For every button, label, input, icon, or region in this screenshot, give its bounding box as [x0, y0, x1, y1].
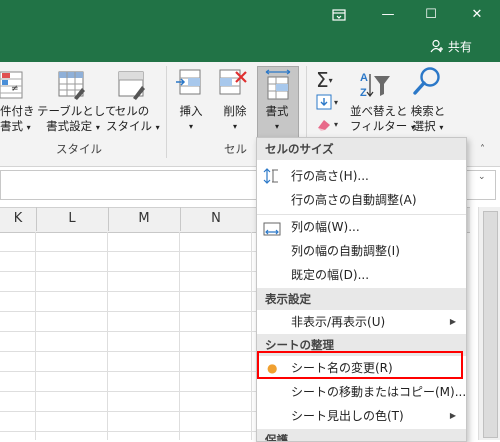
sort-label-2: フィルター — [350, 119, 408, 133]
close-button[interactable]: ✕ — [462, 2, 492, 28]
insert-cells-icon — [176, 69, 201, 95]
delete-cells-icon — [219, 69, 247, 95]
fill-icon[interactable]: ▾ — [316, 94, 344, 113]
insert-button[interactable] — [176, 68, 206, 101]
menu-item-autofit-column[interactable]: 列の幅の自動調整(I) — [257, 239, 466, 263]
cell-style-label-1: セルの — [114, 104, 150, 118]
column-header-m[interactable]: M — [108, 207, 181, 231]
ribbon-display-options-icon[interactable] — [324, 2, 354, 28]
row-height-label: 行の高さ(H)... — [291, 169, 369, 183]
worksheet-grid[interactable] — [0, 232, 256, 440]
menu-item-column-width[interactable]: 列の幅(W)... — [257, 215, 466, 239]
find-select-button[interactable] — [412, 66, 442, 101]
styles-group-label: スタイル — [56, 142, 102, 156]
conditional-format-icon: ≠ — [0, 71, 23, 99]
format-label: 書式 — [265, 104, 289, 118]
table-format-label-1: テーブルとして — [37, 104, 117, 118]
submenu-arrow-icon: ▶ — [449, 317, 456, 326]
hide-unhide-label: 非表示/再表示(U) — [291, 315, 386, 329]
menu-item-default-width[interactable]: 既定の幅(D)... — [257, 263, 466, 287]
menu-item-hide-unhide[interactable]: 非表示/再表示(U) ▶ — [257, 310, 466, 334]
menu-item-autofit-row[interactable]: 行の高さの自動調整(A) — [257, 188, 466, 212]
cells-group-label: セル — [224, 142, 247, 156]
clear-eraser-icon[interactable]: ▾ — [316, 116, 344, 135]
minimize-button[interactable]: — — [373, 2, 403, 28]
group-divider — [166, 66, 167, 158]
maximize-button[interactable]: ☐ — [416, 2, 446, 28]
menu-item-move-copy-sheet[interactable]: シートの移動またはコピー(M)... — [257, 380, 466, 404]
menu-item-tab-color[interactable]: シート見出しの色(T) ▶ — [257, 404, 466, 428]
magnifier-icon — [413, 67, 440, 95]
autosum-icon[interactable]: Σ▾ — [316, 68, 333, 92]
table-format-label-2: 書式設定 — [46, 119, 93, 133]
scrollbar-thumb[interactable] — [483, 211, 498, 438]
cell-style-label-2: スタイル — [106, 119, 152, 133]
delete-button[interactable] — [218, 68, 248, 101]
cond-format-label-1: 件付き — [0, 104, 35, 118]
column-header-k[interactable]: K — [0, 207, 37, 231]
find-label-2: 選択 — [412, 119, 436, 133]
format-as-table-button[interactable] — [58, 70, 86, 103]
column-width-label: 列の幅(W)... — [291, 220, 360, 234]
sort-filter-button[interactable]: A Z — [360, 70, 392, 103]
default-width-label: 既定の幅(D)... — [291, 268, 370, 282]
submenu-arrow-icon: ▶ — [449, 411, 456, 420]
vertical-scrollbar[interactable] — [478, 207, 500, 440]
move-copy-label: シートの移動またはコピー(M)... — [291, 385, 467, 399]
table-format-icon — [58, 71, 85, 100]
insert-label: 挿入 — [179, 104, 203, 118]
find-label-1: 検索と — [410, 104, 446, 118]
menu-item-row-height[interactable]: 行の高さ(H)... — [257, 164, 466, 188]
svg-text:Z: Z — [360, 87, 367, 99]
cell-styles-button[interactable] — [118, 70, 146, 103]
svg-text:≠: ≠ — [11, 84, 19, 94]
sort-filter-icon: A Z — [360, 72, 390, 99]
svg-text:A: A — [360, 72, 368, 84]
menu-header-protection: 保護 — [257, 429, 466, 441]
tab-color-label: シート見出しの色(T) — [291, 409, 404, 423]
menu-header-visibility: 表示設定 — [257, 288, 466, 310]
collapse-ribbon-icon[interactable]: ˄ — [480, 144, 485, 155]
expand-formula-icon[interactable]: ⌄ — [478, 172, 486, 182]
person-icon — [430, 39, 444, 54]
autofit-column-label: 列の幅の自動調整(I) — [291, 244, 400, 258]
svg-text:▾: ▾ — [334, 120, 338, 129]
rename-sheet-highlight — [257, 351, 463, 379]
menu-header-cell-size: セルのサイズ — [257, 138, 466, 160]
format-cells-icon — [265, 69, 291, 100]
cell-styles-icon — [118, 71, 145, 100]
share-label: 共有 — [447, 40, 472, 54]
column-header-l[interactable]: L — [36, 207, 109, 231]
autofit-row-label: 行の高さの自動調整(A) — [291, 193, 417, 207]
cond-format-label-2: 書式 — [0, 119, 23, 133]
format-dropdown-menu: セルのサイズ 行の高さ(H)... 行の高さの自動調整(A) 列の幅(W)...… — [256, 137, 467, 442]
delete-label: 削除 — [223, 104, 247, 118]
svg-text:▾: ▾ — [334, 98, 338, 107]
column-header-n[interactable]: N — [180, 207, 252, 231]
sort-label-1: 並べ替えと — [350, 104, 408, 118]
share-button[interactable]: 共有 — [430, 38, 472, 55]
